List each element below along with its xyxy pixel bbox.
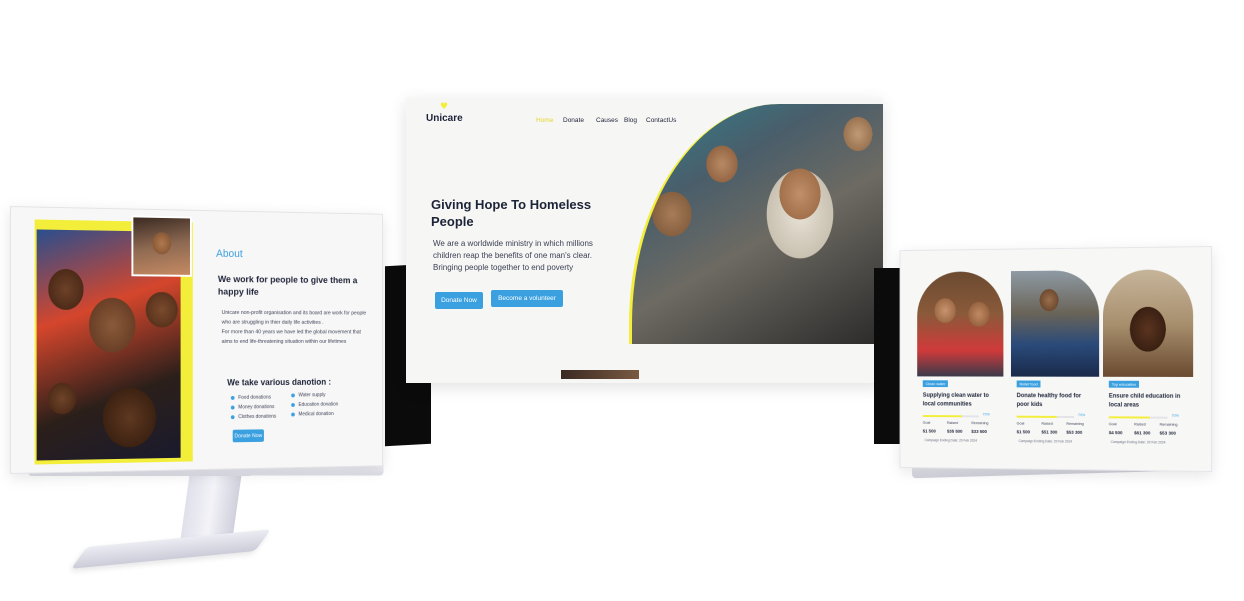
goal-value: $1 500 xyxy=(1016,429,1031,435)
hero-donate-button[interactable]: Donate Now xyxy=(435,292,483,309)
raised-value: $35 500 xyxy=(946,428,963,434)
goal-value: $4 500 xyxy=(1108,430,1123,436)
cause-tag: Relief food xyxy=(1016,380,1041,388)
about-heading: We work for people to give them a happy … xyxy=(217,274,358,298)
cause-title[interactable]: Ensure child education in local areas xyxy=(1109,393,1187,411)
next-section-photo-strip xyxy=(561,370,639,379)
donations-list-2: Water supply Education donation Medical … xyxy=(291,390,338,419)
hero-subtitle: We are a worldwide ministry in which mil… xyxy=(433,239,593,272)
monitor-stand-base xyxy=(70,529,272,569)
hero-title: Giving Hope To Homeless People xyxy=(431,197,592,229)
cause-progress xyxy=(922,415,979,418)
about-paragraph-1: Unicare non-profit organisation and its … xyxy=(221,310,367,326)
cause-percent: 70% xyxy=(1171,413,1179,418)
mockup-stage: About We work for people to give them a … xyxy=(0,0,1244,601)
about-label: About xyxy=(216,248,243,261)
girl-photo xyxy=(131,215,192,277)
cause-title[interactable]: Donate healthy food for poor kids xyxy=(1017,392,1094,410)
cause-photo xyxy=(917,271,1004,377)
donation-item: Education donation xyxy=(291,400,338,410)
volunteer-button[interactable]: Become a volunteer xyxy=(491,290,563,307)
remaining-label: Remaining xyxy=(1066,421,1084,426)
remaining-value: $53 300 xyxy=(1159,430,1176,436)
cause-percent: 70% xyxy=(1077,413,1086,418)
cause-progress-fill xyxy=(1016,415,1057,418)
heart-icon: ♥ xyxy=(440,102,449,112)
campaign-date: Campaign Ending Date: 20 Feb 2024 xyxy=(924,438,977,443)
remaining-value: $33 500 xyxy=(971,428,987,434)
cause-tag: Top education xyxy=(1108,380,1139,388)
remaining-label: Remaining xyxy=(971,421,989,426)
cause-progress-fill xyxy=(922,415,962,418)
causes-screen: Clean water Supplying clean water to loc… xyxy=(899,246,1212,472)
cause-tag: Clean water xyxy=(922,380,949,388)
cause-photo xyxy=(1103,269,1194,377)
goal-label: Goal xyxy=(1016,421,1025,426)
cause-card[interactable]: Clean water Supplying clean water to loc… xyxy=(917,271,1004,447)
donations-list-1: Food donations Money donations Clothes d… xyxy=(230,393,276,422)
cause-card[interactable]: Relief food Donate healthy food for poor… xyxy=(1010,270,1100,448)
cause-progress-fill xyxy=(1108,416,1150,419)
donation-item: Money donations xyxy=(230,402,276,412)
cause-title[interactable]: Supplying clean water to local communiti… xyxy=(923,392,998,410)
nav-donate[interactable]: Donate xyxy=(563,117,584,124)
cause-percent: 70% xyxy=(982,412,990,417)
donation-item: Medical donation xyxy=(291,409,338,419)
campaign-date: Campaign Ending Date: 20 Feb 2024 xyxy=(1110,440,1166,445)
goal-value: $1 500 xyxy=(922,428,936,434)
about-paragraph: Unicare non-profit organisation and its … xyxy=(222,308,367,347)
nav-blog[interactable]: Blog xyxy=(624,117,637,124)
nav-home[interactable]: Home xyxy=(536,117,553,124)
donation-item: Water supply xyxy=(291,390,338,400)
campaign-date: Campaign Ending Date: 20 Feb 2024 xyxy=(1018,439,1073,444)
raised-label: Raised xyxy=(1134,422,1146,427)
cause-photo xyxy=(1010,270,1100,377)
goal-label: Goal xyxy=(1108,422,1117,427)
cause-card[interactable]: Top education Ensure child education in … xyxy=(1103,269,1194,449)
logo[interactable]: Unicare xyxy=(426,113,463,124)
donation-item: Food donations xyxy=(230,393,276,403)
about-paragraph-2: For more than 40 years we have led the g… xyxy=(221,329,361,345)
nav-contact[interactable]: ContactUs xyxy=(646,117,676,124)
nav-causes[interactable]: Causes xyxy=(596,117,618,124)
raised-label: Raised xyxy=(1041,421,1053,426)
donation-item: Clothes donations xyxy=(230,412,276,422)
raised-value: $51 300 xyxy=(1041,429,1058,435)
monitor-stand-neck xyxy=(180,472,242,542)
remaining-label: Remaining xyxy=(1159,422,1178,427)
remaining-value: $53 300 xyxy=(1066,429,1083,435)
raised-label: Raised xyxy=(946,421,959,425)
cause-progress xyxy=(1016,415,1075,419)
about-section-screen: About We work for people to give them a … xyxy=(10,206,384,474)
raised-value: $61 300 xyxy=(1134,430,1151,436)
donate-now-button[interactable]: Donate Now xyxy=(232,429,264,443)
goal-label: Goal xyxy=(922,420,931,425)
donations-title: We take various danotion : xyxy=(227,377,332,388)
cause-progress xyxy=(1108,416,1168,419)
